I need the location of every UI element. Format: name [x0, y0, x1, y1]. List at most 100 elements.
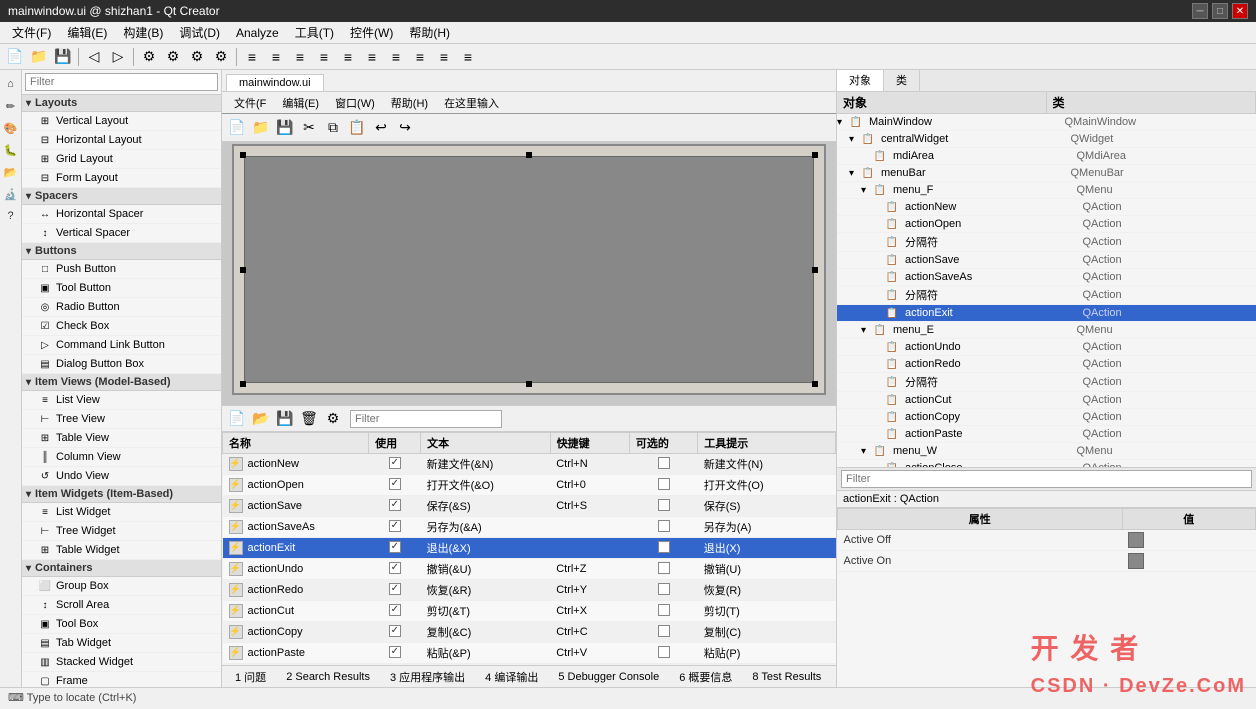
palette-section-layouts[interactable]: Layouts [22, 95, 221, 112]
tree-expand-arrow[interactable]: ▾ [849, 134, 861, 145]
palette-section-item-widgets[interactable]: Item Widgets (Item-Based) [22, 486, 221, 503]
tree-item[interactable]: 📋 actionSave QAction [837, 252, 1256, 269]
tree-item[interactable]: ▾ 📋 centralWidget QWidget [837, 131, 1256, 148]
handle-tl[interactable] [240, 152, 246, 158]
menu-help[interactable]: 帮助(H) [401, 22, 458, 43]
palette-item-tool-button[interactable]: ▣ Tool Button [22, 279, 221, 298]
props-filter-input[interactable] [841, 470, 1252, 488]
action-row[interactable]: ⚡ actionSave 保存(&S) Ctrl+S 保存(S) [223, 496, 836, 517]
palette-item-scroll-area[interactable]: ↕ Scroll Area [22, 596, 221, 615]
bottom-tab-summary[interactable]: 6 概要信息 [670, 666, 741, 688]
toolbar-btn9[interactable]: ≡ [241, 46, 263, 68]
left-icon-design[interactable]: 🎨 [1, 118, 21, 138]
handle-ml[interactable] [240, 267, 246, 273]
palette-item-form-layout[interactable]: ⊟ Form Layout [22, 169, 221, 188]
minimize-button[interactable]: ─ [1192, 3, 1208, 19]
menu-debug[interactable]: 调试(D) [171, 22, 228, 43]
designer-tb-new[interactable]: 📄 [226, 117, 248, 139]
toolbar-btn8[interactable]: ⚙ [210, 46, 232, 68]
tree-item[interactable]: ▾ 📋 MainWindow QMainWindow [837, 114, 1256, 131]
left-icon-welcome[interactable]: ⌂ [1, 74, 21, 94]
toolbar-btn11[interactable]: ≡ [289, 46, 311, 68]
palette-item-tree-view[interactable]: ⊢ Tree View [22, 410, 221, 429]
palette-search-input[interactable] [25, 73, 218, 91]
designer-menu-edit[interactable]: 编辑(E) [274, 93, 327, 113]
action-row[interactable]: ⚡ actionCut 剪切(&T) Ctrl+X 剪切(T) [223, 601, 836, 622]
action-row[interactable]: ⚡ actionOpen 打开文件(&O) Ctrl+0 打开文件(O) [223, 475, 836, 496]
tree-expand-arrow[interactable]: ▾ [861, 185, 873, 196]
toolbar-btn16[interactable]: ≡ [409, 46, 431, 68]
palette-item-vertical-layout[interactable]: ⊞ Vertical Layout [22, 112, 221, 131]
palette-item-command-link[interactable]: ▷ Command Link Button [22, 336, 221, 355]
designer-tb-undo[interactable]: ↩ [370, 117, 392, 139]
right-tab-object-inspector[interactable]: 对象 [837, 70, 884, 91]
left-icon-debug[interactable]: 🐛 [1, 140, 21, 160]
toolbar-btn3[interactable]: ◁ [83, 46, 105, 68]
bottom-tab-test[interactable]: 8 Test Results [743, 668, 830, 686]
palette-section-spacers[interactable]: Spacers [22, 188, 221, 205]
designer-tb-save[interactable]: 💾 [274, 117, 296, 139]
toolbar-btn6[interactable]: ⚙ [162, 46, 184, 68]
toolbar-btn4[interactable]: ▷ [107, 46, 129, 68]
tree-expand-arrow[interactable]: ▾ [861, 325, 873, 336]
palette-item-table-widget[interactable]: ⊞ Table Widget [22, 541, 221, 560]
palette-item-column-view[interactable]: ║ Column View [22, 448, 221, 467]
handle-tr[interactable] [812, 152, 818, 158]
tree-item[interactable]: 📋 actionOpen QAction [837, 216, 1256, 233]
tree-item[interactable]: 📋 mdiArea QMdiArea [837, 148, 1256, 165]
handle-bl[interactable] [240, 381, 246, 387]
tree-item[interactable]: 📋 actionPaste QAction [837, 426, 1256, 443]
toolbar-btn18[interactable]: ≡ [457, 46, 479, 68]
toolbar-btn15[interactable]: ≡ [385, 46, 407, 68]
palette-item-tab-widget[interactable]: ▤ Tab Widget [22, 634, 221, 653]
palette-section-item-views[interactable]: Item Views (Model-Based) [22, 374, 221, 391]
designer-tb-open[interactable]: 📁 [250, 117, 272, 139]
tree-item[interactable]: ▾ 📋 menu_E QMenu [837, 322, 1256, 339]
palette-item-dialog-button-box[interactable]: ▤ Dialog Button Box [22, 355, 221, 374]
toolbar-open[interactable]: 📁 [28, 46, 50, 68]
designer-menu-help[interactable]: 帮助(H) [383, 93, 436, 113]
action-row[interactable]: ⚡ actionCopy 复制(&C) Ctrl+C 复制(C) [223, 622, 836, 643]
palette-item-tool-box[interactable]: ▣ Tool Box [22, 615, 221, 634]
right-tab-class[interactable]: 类 [884, 70, 920, 91]
designer-menu-window[interactable]: 窗口(W) [327, 93, 383, 113]
palette-item-check-box[interactable]: ☑ Check Box [22, 317, 221, 336]
action-tb-open[interactable]: 📂 [250, 408, 272, 430]
action-tb-save[interactable]: 💾 [274, 408, 296, 430]
tree-item[interactable]: 📋 actionSaveAs QAction [837, 269, 1256, 286]
tree-expand-arrow[interactable]: ▾ [837, 117, 849, 128]
handle-mr[interactable] [812, 267, 818, 273]
action-tb-delete[interactable]: 🗑 [298, 408, 320, 430]
tree-item[interactable]: 📋 actionNew QAction [837, 199, 1256, 216]
palette-item-horizontal-layout[interactable]: ⊟ Horizontal Layout [22, 131, 221, 150]
tree-item[interactable]: 📋 actionRedo QAction [837, 356, 1256, 373]
action-row[interactable]: ⚡ actionSaveAs 另存为(&A) 另存为(A) [223, 517, 836, 538]
toolbar-btn7[interactable]: ⚙ [186, 46, 208, 68]
toolbar-btn17[interactable]: ≡ [433, 46, 455, 68]
tree-expand-arrow[interactable]: ▾ [861, 446, 873, 457]
tree-item[interactable]: 📋 actionCopy QAction [837, 409, 1256, 426]
palette-item-table-view[interactable]: ⊞ Table View [22, 429, 221, 448]
palette-item-undo-view[interactable]: ↺ Undo View [22, 467, 221, 486]
bottom-tab-app-output[interactable]: 3 应用程序输出 [381, 666, 474, 688]
bottom-tab-compile[interactable]: 4 编译输出 [476, 666, 547, 688]
tree-item[interactable]: ▾ 📋 menu_F QMenu [837, 182, 1256, 199]
object-tree[interactable]: ▾ 📋 MainWindow QMainWindow ▾ 📋 centralWi… [837, 114, 1256, 467]
menu-controls[interactable]: 控件(W) [342, 22, 401, 43]
designer-tb-copy[interactable]: ⧉ [322, 117, 344, 139]
designer-canvas[interactable] [232, 144, 826, 395]
toolbar-save[interactable]: 💾 [52, 46, 74, 68]
palette-item-tree-widget[interactable]: ⊢ Tree Widget [22, 522, 221, 541]
menu-build[interactable]: 构建(B) [115, 22, 171, 43]
left-icon-edit[interactable]: ✏ [1, 96, 21, 116]
palette-item-list-view[interactable]: ≡ List View [22, 391, 221, 410]
action-row[interactable]: ⚡ actionRedo 恢复(&R) Ctrl+Y 恢复(R) [223, 580, 836, 601]
menu-file[interactable]: 文件(F) [4, 22, 59, 43]
action-row[interactable]: ⚡ actionUndo 撤销(&U) Ctrl+Z 撤销(U) [223, 559, 836, 580]
toolbar-new[interactable]: 📄 [4, 46, 26, 68]
prop-row[interactable]: Active Off [838, 530, 1256, 551]
designer-tb-paste[interactable]: 📋 [346, 117, 368, 139]
bottom-tab-search[interactable]: 2 Search Results [277, 668, 379, 686]
handle-tm[interactable] [526, 152, 532, 158]
tree-item[interactable]: 📋 分隔符 QAction [837, 286, 1256, 305]
